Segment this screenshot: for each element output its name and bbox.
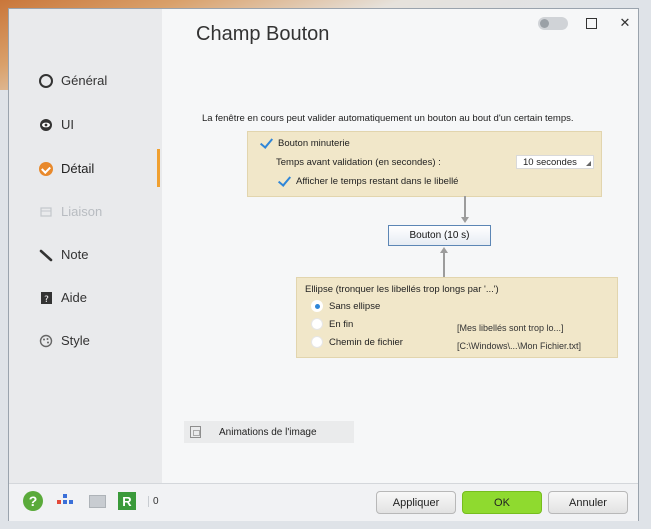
delay-label: Temps avant validation (en secondes) : — [276, 157, 441, 168]
page-title: Champ Bouton — [196, 23, 330, 45]
sidebar: Général UI Détail Liaison Note ? Aide St… — [9, 9, 162, 483]
main-panel: Champ Bouton ✕ La fenêtre en cours peut … — [162, 9, 638, 483]
sidebar-item-liaison: Liaison — [39, 204, 102, 219]
animations-section[interactable]: Animations de l'image — [184, 421, 354, 443]
ellipsis-example-path: [C:\Windows\...\Mon Fichier.txt] — [457, 341, 582, 351]
help-icon[interactable]: ? — [23, 491, 43, 511]
animations-label: Animations de l'image — [219, 426, 317, 438]
option-label: En fin — [329, 318, 354, 330]
option-label: Chemin de fichier — [329, 336, 403, 348]
apply-button[interactable]: Appliquer — [376, 491, 456, 514]
sidebar-item-detail[interactable]: Détail — [39, 161, 94, 176]
bottom-tools: ? R 0 — [23, 491, 159, 511]
maximize-button[interactable] — [586, 17, 600, 29]
ok-button[interactable]: OK — [462, 491, 542, 514]
help-book-icon: ? — [39, 291, 53, 305]
ellipsis-option-none[interactable]: Sans ellipse — [311, 300, 380, 312]
radio-selected-icon — [311, 300, 323, 312]
show-remaining-label: Afficher le temps restant dans le libell… — [296, 175, 459, 187]
check-circle-icon — [39, 161, 53, 176]
connector-line-bottom — [443, 253, 445, 277]
checkmark-icon — [278, 175, 290, 187]
count-value: 0 — [148, 495, 159, 507]
sidebar-item-style[interactable]: Style — [39, 333, 90, 348]
envelope-icon[interactable] — [89, 494, 106, 508]
sidebar-item-ui[interactable]: UI — [39, 117, 74, 132]
sidebar-item-label: Note — [61, 247, 89, 262]
radio-ring-icon — [39, 73, 53, 88]
ellipsis-option-path[interactable]: Chemin de fichier — [311, 336, 403, 348]
description-text: La fenêtre en cours peut valider automat… — [202, 113, 574, 124]
sidebar-item-aide[interactable]: ? Aide — [39, 290, 87, 305]
sidebar-item-label: Liaison — [61, 204, 103, 219]
radio-icon — [311, 336, 323, 348]
svg-text:?: ? — [44, 295, 49, 305]
eye-icon — [39, 118, 53, 132]
sidebar-item-general[interactable]: Général — [39, 73, 107, 88]
ellipsis-panel: Ellipse (tronquer les libellés trop long… — [296, 277, 618, 358]
timer-panel: Bouton minuterie Temps avant validation … — [247, 131, 602, 197]
radio-icon — [311, 318, 323, 330]
arrow-down-icon — [461, 217, 469, 223]
timer-checkbox-label: Bouton minuterie — [278, 137, 350, 149]
sidebar-item-note[interactable]: Note — [39, 247, 88, 262]
ellipsis-example-end: [Mes libellés sont trop lo...] — [457, 323, 564, 333]
sidebar-item-label: Aide — [61, 290, 88, 305]
image-icon — [190, 426, 201, 438]
r-badge-icon[interactable]: R — [118, 492, 136, 510]
maximize-icon — [586, 17, 597, 29]
sidebar-item-label: Style — [61, 333, 90, 348]
cancel-button[interactable]: Annuler — [548, 491, 628, 514]
option-label: Sans ellipse — [329, 300, 381, 312]
pin-toggle[interactable] — [538, 16, 568, 30]
checkmark-icon — [260, 137, 272, 149]
ellipsis-heading: Ellipse (tronquer les libellés trop long… — [305, 284, 499, 295]
close-button[interactable]: ✕ — [618, 15, 632, 31]
preview-button[interactable]: Bouton (10 s) — [388, 225, 491, 246]
sidebar-item-label: UI — [61, 117, 74, 132]
window-controls: ✕ — [538, 15, 632, 31]
dialog-window: Général UI Détail Liaison Note ? Aide St… — [8, 8, 639, 521]
sidebar-item-label: Détail — [61, 161, 95, 176]
link-icon — [39, 205, 53, 219]
delay-select-value: 10 secondes — [523, 156, 577, 168]
sidebar-item-label: Général — [61, 73, 108, 88]
show-remaining-checkbox[interactable]: Afficher le temps restant dans le libell… — [278, 175, 458, 187]
pencil-icon — [39, 248, 53, 262]
active-item-marker — [157, 149, 160, 187]
delay-select[interactable]: 10 secondes — [516, 155, 594, 169]
dropdown-arrow-icon — [586, 161, 591, 166]
bottom-bar: ? R 0 Appliquer OK Annuler — [9, 483, 638, 521]
connector-line-top — [464, 196, 466, 217]
timer-checkbox[interactable]: Bouton minuterie — [260, 137, 350, 149]
ellipsis-option-end[interactable]: En fin — [311, 318, 353, 330]
palette-icon — [39, 334, 53, 348]
tab-order-icon[interactable] — [55, 491, 77, 511]
close-icon: ✕ — [619, 15, 631, 30]
